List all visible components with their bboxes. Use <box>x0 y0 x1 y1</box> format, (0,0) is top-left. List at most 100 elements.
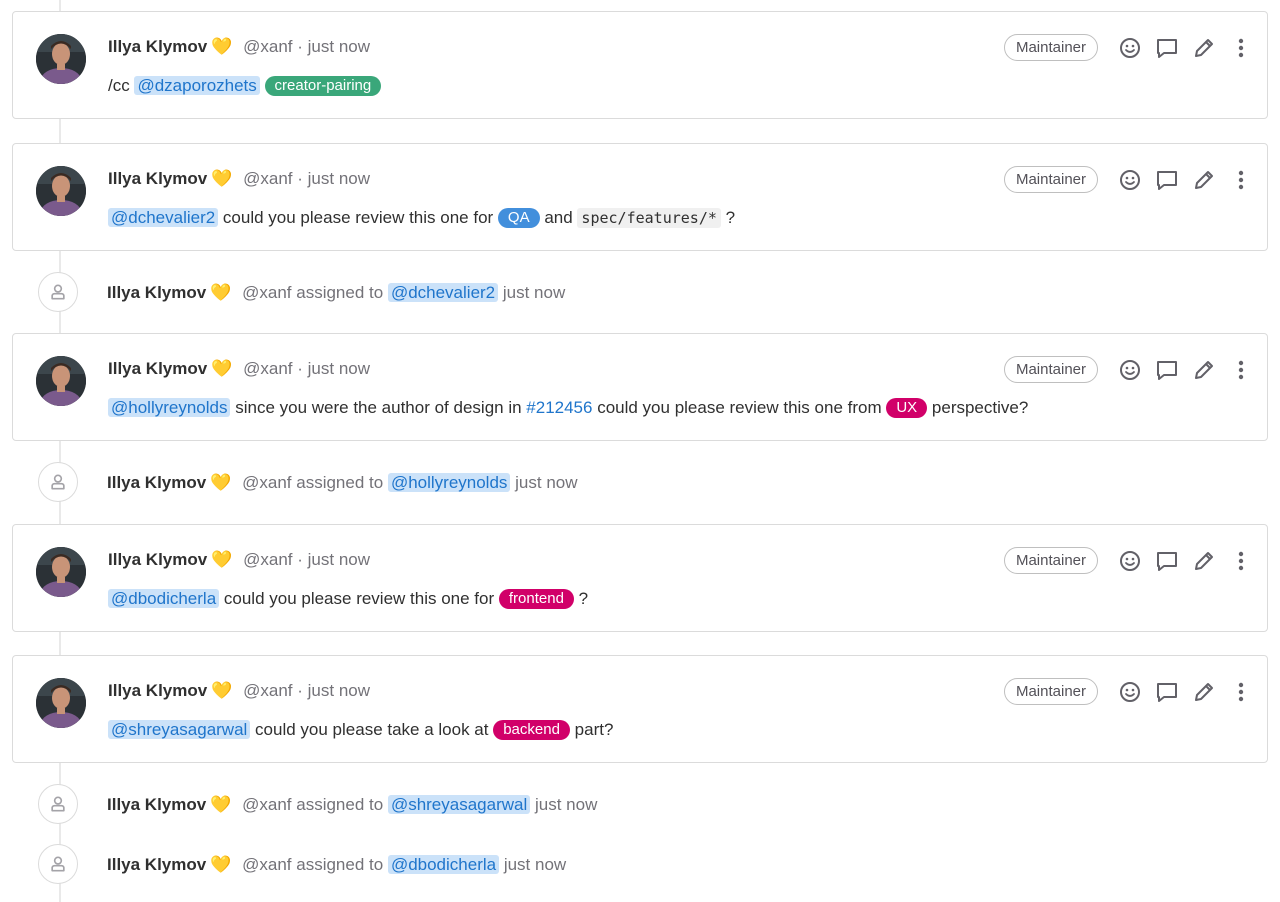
author-name[interactable]: Illya Klymov <box>107 795 206 814</box>
heart-emoji: 💛 <box>211 681 233 700</box>
comment-note: Illya Klymov 💛 @xanf · just now @hollyrey… <box>12 333 1268 441</box>
user-mention[interactable]: @dchevalier2 <box>387 283 499 302</box>
heart-emoji: 💛 <box>211 550 233 569</box>
author-name[interactable]: Illya Klymov <box>108 37 207 56</box>
label-qa[interactable]: QA <box>497 208 540 228</box>
author-handle[interactable]: @xanf <box>243 359 292 378</box>
note-body: @dbodicherla could you please review thi… <box>108 587 588 611</box>
author-name[interactable]: Illya Klymov <box>107 855 206 874</box>
user-mention[interactable]: @shreyasagarwal <box>387 795 531 814</box>
author-name[interactable]: Illya Klymov <box>108 169 207 188</box>
note-actions <box>1117 356 1254 384</box>
avatar[interactable] <box>36 356 86 406</box>
user-mention[interactable]: @hollyreynolds <box>387 473 511 492</box>
kebab-icon[interactable] <box>1228 679 1254 705</box>
author-handle[interactable]: @xanf <box>242 283 291 302</box>
note-actions <box>1117 678 1254 706</box>
user-mention[interactable]: @hollyreynolds <box>108 398 231 417</box>
role-badge: Maintainer <box>1004 547 1098 574</box>
note-timestamp[interactable]: just now <box>308 681 370 700</box>
note-timestamp[interactable]: just now <box>503 283 565 302</box>
kebab-icon[interactable] <box>1228 357 1254 383</box>
author-name[interactable]: Illya Klymov <box>108 681 207 700</box>
heart-emoji: 💛 <box>210 795 232 814</box>
pencil-icon[interactable] <box>1191 35 1217 61</box>
comment-note: Illya Klymov 💛 @xanf · just now @shreyasa… <box>12 655 1268 763</box>
timeline-line <box>59 0 61 902</box>
comment-icon[interactable] <box>1154 35 1180 61</box>
note-timestamp[interactable]: just now <box>308 169 370 188</box>
label-frontend[interactable]: frontend <box>498 589 574 609</box>
smiley-icon[interactable] <box>1117 679 1143 705</box>
user-icon <box>38 272 78 312</box>
pencil-icon[interactable] <box>1191 167 1217 193</box>
role-badge: Maintainer <box>1004 166 1098 193</box>
author-name[interactable]: Illya Klymov <box>107 473 206 492</box>
label-ux[interactable]: UX <box>886 398 928 418</box>
author-handle[interactable]: @xanf <box>242 473 291 492</box>
note-timestamp[interactable]: just now <box>308 550 370 569</box>
note-timestamp[interactable]: just now <box>308 37 370 56</box>
user-mention[interactable]: @shreyasagarwal <box>108 720 251 739</box>
smiley-icon[interactable] <box>1117 35 1143 61</box>
avatar[interactable] <box>36 678 86 728</box>
label-creator-pairing[interactable]: creator-pairing <box>264 76 382 96</box>
comment-icon[interactable] <box>1154 679 1180 705</box>
avatar[interactable] <box>36 34 86 84</box>
note-header: Illya Klymov 💛 @xanf · just now <box>108 550 371 569</box>
heart-emoji: 💛 <box>210 283 232 302</box>
note-body: @hollyreynolds since you were the author… <box>108 396 1028 420</box>
heart-emoji: 💛 <box>211 37 233 56</box>
note-header: Illya Klymov 💛 @xanf · just now <box>108 359 371 378</box>
note-body: /cc @dzaporozhets creator-pairing <box>108 74 382 98</box>
user-icon <box>38 462 78 502</box>
system-note-text: Illya Klymov 💛 @xanf assigned to @shreyas… <box>107 795 598 814</box>
note-timestamp[interactable]: just now <box>535 795 597 814</box>
avatar[interactable] <box>36 547 86 597</box>
author-name[interactable]: Illya Klymov <box>108 359 207 378</box>
author-handle[interactable]: @xanf <box>242 795 291 814</box>
comment-note: Illya Klymov 💛 @xanf · just now @dchevali… <box>12 143 1268 251</box>
note-header: Illya Klymov 💛 @xanf · just now <box>108 169 371 188</box>
label-backend[interactable]: backend <box>493 720 570 740</box>
comment-icon[interactable] <box>1154 167 1180 193</box>
note-timestamp[interactable]: just now <box>515 473 577 492</box>
author-name[interactable]: Illya Klymov <box>108 550 207 569</box>
heart-emoji: 💛 <box>210 855 232 874</box>
kebab-icon[interactable] <box>1228 35 1254 61</box>
note-actions <box>1117 547 1254 575</box>
note-body: @dchevalier2 could you please review thi… <box>108 206 735 230</box>
author-name[interactable]: Illya Klymov <box>107 283 206 302</box>
comment-icon[interactable] <box>1154 548 1180 574</box>
smiley-icon[interactable] <box>1117 167 1143 193</box>
author-handle[interactable]: @xanf <box>243 550 292 569</box>
role-badge: Maintainer <box>1004 678 1098 705</box>
note-timestamp[interactable]: just now <box>308 359 370 378</box>
system-note: Illya Klymov 💛 @xanf assigned to @dbodich… <box>38 844 938 886</box>
author-handle[interactable]: @xanf <box>243 169 292 188</box>
author-handle[interactable]: @xanf <box>243 37 292 56</box>
comment-icon[interactable] <box>1154 357 1180 383</box>
smiley-icon[interactable] <box>1117 357 1143 383</box>
system-note-text: Illya Klymov 💛 @xanf assigned to @hollyre… <box>107 473 578 492</box>
author-handle[interactable]: @xanf <box>242 855 291 874</box>
pencil-icon[interactable] <box>1191 357 1217 383</box>
avatar[interactable] <box>36 166 86 216</box>
user-mention[interactable]: @dzaporozhets <box>134 76 260 95</box>
author-handle[interactable]: @xanf <box>243 681 292 700</box>
smiley-icon[interactable] <box>1117 548 1143 574</box>
user-mention[interactable]: @dbodicherla <box>108 589 220 608</box>
note-timestamp[interactable]: just now <box>504 855 566 874</box>
system-note: Illya Klymov 💛 @xanf assigned to @hollyre… <box>38 462 938 504</box>
pencil-icon[interactable] <box>1191 679 1217 705</box>
note-header: Illya Klymov 💛 @xanf · just now <box>108 37 371 56</box>
issue-link[interactable]: #212456 <box>526 398 592 417</box>
kebab-icon[interactable] <box>1228 548 1254 574</box>
user-mention[interactable]: @dbodicherla <box>387 855 500 874</box>
role-badge: Maintainer <box>1004 356 1098 383</box>
kebab-icon[interactable] <box>1228 167 1254 193</box>
pencil-icon[interactable] <box>1191 548 1217 574</box>
system-note: Illya Klymov 💛 @xanf assigned to @shreyas… <box>38 784 938 826</box>
comment-note: Illya Klymov 💛 @xanf · just now @dbodiche… <box>12 524 1268 632</box>
user-mention[interactable]: @dchevalier2 <box>108 208 219 227</box>
